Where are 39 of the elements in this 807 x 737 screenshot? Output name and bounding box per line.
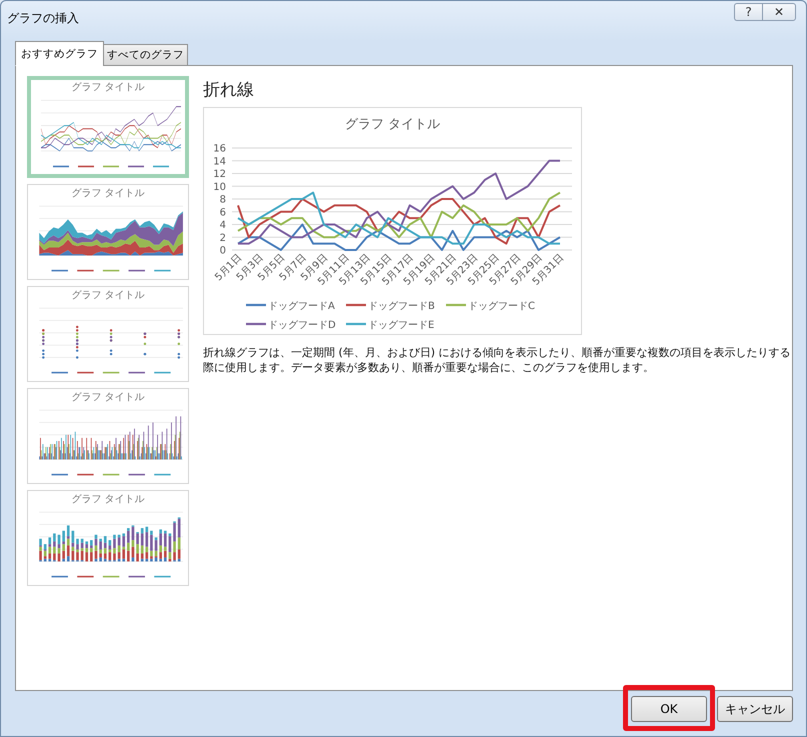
axis-label: 8 — [220, 194, 226, 206]
chart-thumbnail[interactable]: グラフ タイトル — [27, 286, 189, 382]
axis-label: 16 — [213, 144, 226, 154]
legend-label: ドッグフードA — [268, 301, 335, 312]
legend-item: ドッグフードE — [346, 320, 434, 331]
help-button[interactable]: ? — [734, 3, 762, 21]
legend-item: ドッグフードB — [346, 301, 435, 312]
tab[interactable]: すべてのグラフ — [103, 44, 188, 66]
chart-title: グラフ タイトル — [344, 117, 440, 132]
axis-label: 12 — [213, 169, 226, 180]
legend-label: ドッグフードB — [368, 301, 435, 312]
thumbnail-title: グラフ タイトル — [71, 392, 145, 404]
legend-item: ドッグフードC — [446, 301, 535, 312]
legend-item: ドッグフードD — [246, 320, 336, 331]
thumbnail-title: グラフ タイトル — [71, 290, 145, 302]
thumbnail-title: グラフ タイトル — [71, 494, 145, 506]
window-title: グラフの挿入 — [7, 10, 79, 27]
thumbnail-title: グラフ タイトル — [71, 188, 145, 200]
dialog-button[interactable]: OK — [631, 696, 707, 722]
chart-thumbnail[interactable]: グラフ タイトル — [27, 490, 189, 586]
axis-label: 10 — [213, 182, 226, 193]
legend-label: ドッグフードD — [268, 320, 336, 331]
axis-label: 6 — [220, 207, 226, 218]
legend-label: ドッグフードC — [468, 301, 535, 312]
axis-label: 0 — [220, 246, 226, 256]
thumbnail-title: グラフ タイトル — [71, 82, 145, 94]
close-button[interactable]: ✕ — [762, 3, 796, 21]
chart-thumbnail[interactable]: グラフ タイトル — [27, 76, 189, 178]
tab[interactable]: おすすめグラフ — [15, 41, 104, 66]
chart-description: 折れ線グラフは、一定期間 (年、月、および日) における傾向を表示したり、順番が重要な複数の項目を表示したりする際に使用します。データ要素が多数あり、順番が重要な場合に、このグラフを使用します。 — [203, 345, 792, 375]
chart-thumbnail[interactable]: グラフ タイトル — [27, 184, 189, 280]
chart-thumbnail[interactable]: グラフ タイトル — [27, 388, 189, 484]
dialog-button[interactable]: キャンセル — [717, 696, 793, 722]
axis-label: 14 — [213, 156, 226, 168]
axis-label: 2 — [220, 232, 226, 244]
legend-label: ドッグフードE — [368, 320, 434, 331]
chart-type-heading: 折れ線 — [203, 79, 255, 101]
axis-label: 4 — [220, 220, 226, 231]
legend-item: ドッグフードA — [246, 301, 335, 312]
